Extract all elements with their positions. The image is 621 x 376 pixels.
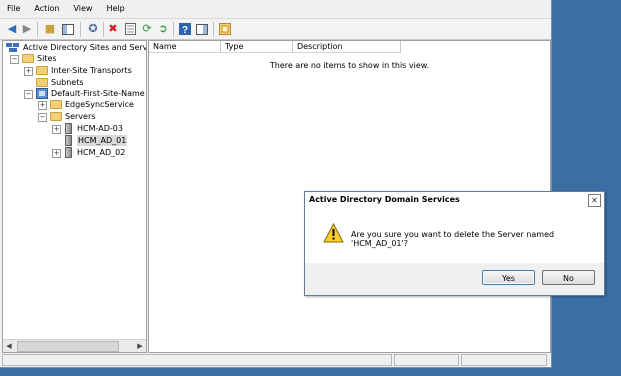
horizontal-scrollbar[interactable]: ◀ ▶ [3,339,146,352]
confirm-delete-dialog: Active Directory Domain Services ✕ Are y… [304,191,605,296]
yes-button[interactable]: Yes [482,270,535,285]
ad-sites-icon [6,43,19,52]
tree-item-label: Servers [65,112,96,121]
dialog-button-bar: Yes No [305,263,604,295]
tree-item-subnets[interactable]: Subnets [36,77,84,88]
show-hide-tree-icon[interactable] [61,22,75,36]
expand-toggle[interactable]: + [38,101,47,110]
tree-item-label: Active Directory Sites and Services [23,43,147,52]
tree-item-edgesyncservice[interactable]: EdgeSyncService [50,99,134,110]
expand-toggle[interactable]: + [52,149,61,158]
menu-help[interactable]: Help [99,2,131,16]
toolbar-separator [173,22,174,37]
toolbar-separator [37,22,38,37]
properties-icon[interactable]: ✪ [86,22,100,36]
tree-item-inter-site-transports[interactable]: Inter-Site Transports [36,65,132,76]
folder-icon [36,78,48,87]
tree-item-label: EdgeSyncService [65,100,134,109]
column-header-type[interactable]: Type [221,41,293,53]
toolbar: ◀ ▶ ■ ✪ ✖ ⟳ ➲ ? [0,18,551,40]
dialog-title: Active Directory Domain Services [305,192,604,208]
tree-item-default-site[interactable]: Default-First-Site-Name [36,88,145,99]
tree-item-root[interactable]: Active Directory Sites and Services [6,42,147,53]
tree-item-label: HCM-AD-03 [77,124,123,133]
tree-item-servers[interactable]: Servers [50,111,95,122]
tree-item-label: Subnets [51,78,84,87]
mmc-window: File Action View Help ◀ ▶ ■ ✪ ✖ ⟳ ➲ ? Ac… [0,0,552,368]
close-icon[interactable]: ✕ [588,194,601,207]
delete-icon[interactable]: ✖ [106,22,120,36]
folder-icon [36,66,48,75]
export-icon[interactable]: ➲ [156,22,170,36]
refresh-icon[interactable]: ⟳ [140,22,154,36]
column-header-name[interactable]: Name [149,41,221,53]
expand-toggle[interactable]: + [24,67,33,76]
expand-toggle[interactable]: + [52,125,61,134]
action-pane-icon[interactable] [195,22,209,36]
up-folder-icon[interactable]: ■ [43,22,57,36]
menu-file[interactable]: File [0,2,27,16]
svg-text:?: ? [182,25,188,35]
warning-icon [323,223,344,243]
status-bar [0,353,551,367]
tree-item-label: Inter-Site Transports [51,66,132,75]
status-panel [461,354,547,366]
console-tree: Active Directory Sites and Services − Si… [2,40,147,353]
site-icon [36,88,48,99]
scrollbar-thumb[interactable] [17,341,119,352]
tree-item-server-selected[interactable]: HCM_AD_01 [65,135,128,146]
collapse-toggle[interactable]: − [10,55,19,64]
server-icon [65,123,72,134]
help-icon[interactable]: ? [178,22,192,36]
export-list-icon[interactable] [123,22,137,36]
server-icon [65,135,72,146]
tree-item-label: Sites [37,54,57,63]
toolbar-separator [213,22,214,37]
server-icon [65,147,72,158]
status-panel [2,354,392,366]
menu-view[interactable]: View [66,2,99,16]
collapse-toggle[interactable]: − [24,90,33,99]
tree-item-server[interactable]: HCM-AD-03 [65,123,123,134]
column-header-description[interactable]: Description [293,41,401,53]
sites-icon[interactable] [218,22,232,36]
toolbar-separator [103,22,104,37]
collapse-toggle[interactable]: − [38,113,47,122]
menu-bar: File Action View Help [0,2,551,16]
empty-list-message: There are no items to show in this view. [269,61,430,70]
tree-item-label: HCM_AD_02 [77,148,126,157]
folder-icon [50,100,62,109]
menu-action[interactable]: Action [27,2,66,16]
folder-icon [22,54,34,63]
scroll-right-icon[interactable]: ▶ [134,340,146,352]
tree-item-server[interactable]: HCM_AD_02 [65,147,125,158]
dialog-message: Are you sure you want to delete the Serv… [351,230,555,248]
toolbar-separator [80,22,81,37]
no-button[interactable]: No [542,270,595,285]
dialog-body: Are you sure you want to delete the Serv… [305,208,604,263]
scroll-left-icon[interactable]: ◀ [3,340,15,352]
folder-icon [50,112,62,121]
tree-item-label: Default-First-Site-Name [51,89,145,98]
status-panel [394,354,459,366]
tree-item-label: HCM_AD_01 [77,135,128,146]
tree-item-sites[interactable]: Sites [22,53,57,64]
forward-arrow-icon[interactable]: ▶ [20,22,34,36]
back-arrow-icon[interactable]: ◀ [5,22,19,36]
